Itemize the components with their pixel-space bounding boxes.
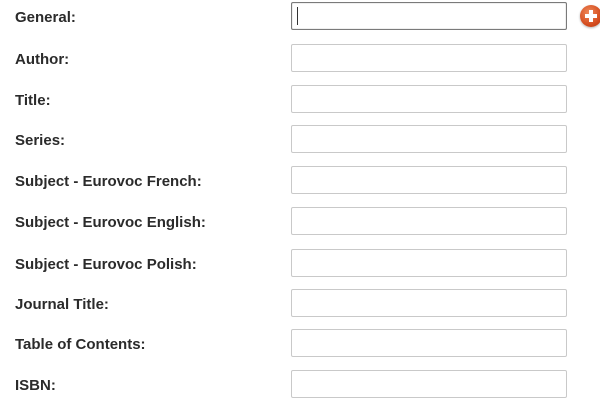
author-input[interactable] — [291, 44, 567, 72]
form-row-subject-eurovoc-french: Subject - Eurovoc French: — [0, 166, 600, 196]
text-caret — [297, 7, 298, 25]
general-label: General: — [15, 9, 76, 26]
subject-eurovoc-polish-label: Subject - Eurovoc Polish: — [15, 256, 197, 273]
subject-eurovoc-english-label: Subject - Eurovoc English: — [15, 214, 206, 231]
form-row-general: General: — [0, 2, 600, 32]
series-label: Series: — [15, 132, 66, 149]
form-row-subject-eurovoc-english: Subject - Eurovoc English: — [0, 207, 600, 237]
subject-eurovoc-french-label: Subject - Eurovoc French: — [15, 173, 202, 190]
subject-eurovoc-french-input[interactable] — [291, 166, 567, 194]
table-of-contents-input[interactable] — [291, 329, 567, 357]
subject-eurovoc-polish-input[interactable] — [291, 249, 567, 277]
form-row-table-of-contents: Table of Contents: — [0, 329, 600, 359]
form-row-title: Title: — [0, 85, 600, 115]
search-form: General: Author: Title: Series: Subject … — [0, 0, 600, 400]
subject-eurovoc-english-input[interactable] — [291, 207, 567, 235]
series-input[interactable] — [291, 125, 567, 153]
title-label: Title: — [15, 92, 51, 109]
add-field-button[interactable] — [580, 5, 600, 27]
form-row-isbn: ISBN: — [0, 370, 600, 400]
title-input[interactable] — [291, 85, 567, 113]
form-row-journal-title: Journal Title: — [0, 289, 600, 319]
journal-title-label: Journal Title: — [15, 296, 109, 313]
form-row-series: Series: — [0, 125, 600, 155]
isbn-label: ISBN: — [15, 377, 56, 394]
author-label: Author: — [15, 51, 70, 68]
general-input[interactable] — [291, 2, 567, 30]
form-row-subject-eurovoc-polish: Subject - Eurovoc Polish: — [0, 249, 600, 279]
isbn-input[interactable] — [291, 370, 567, 398]
table-of-contents-label: Table of Contents: — [15, 336, 146, 353]
form-row-author: Author: — [0, 44, 600, 74]
journal-title-input[interactable] — [291, 289, 567, 317]
